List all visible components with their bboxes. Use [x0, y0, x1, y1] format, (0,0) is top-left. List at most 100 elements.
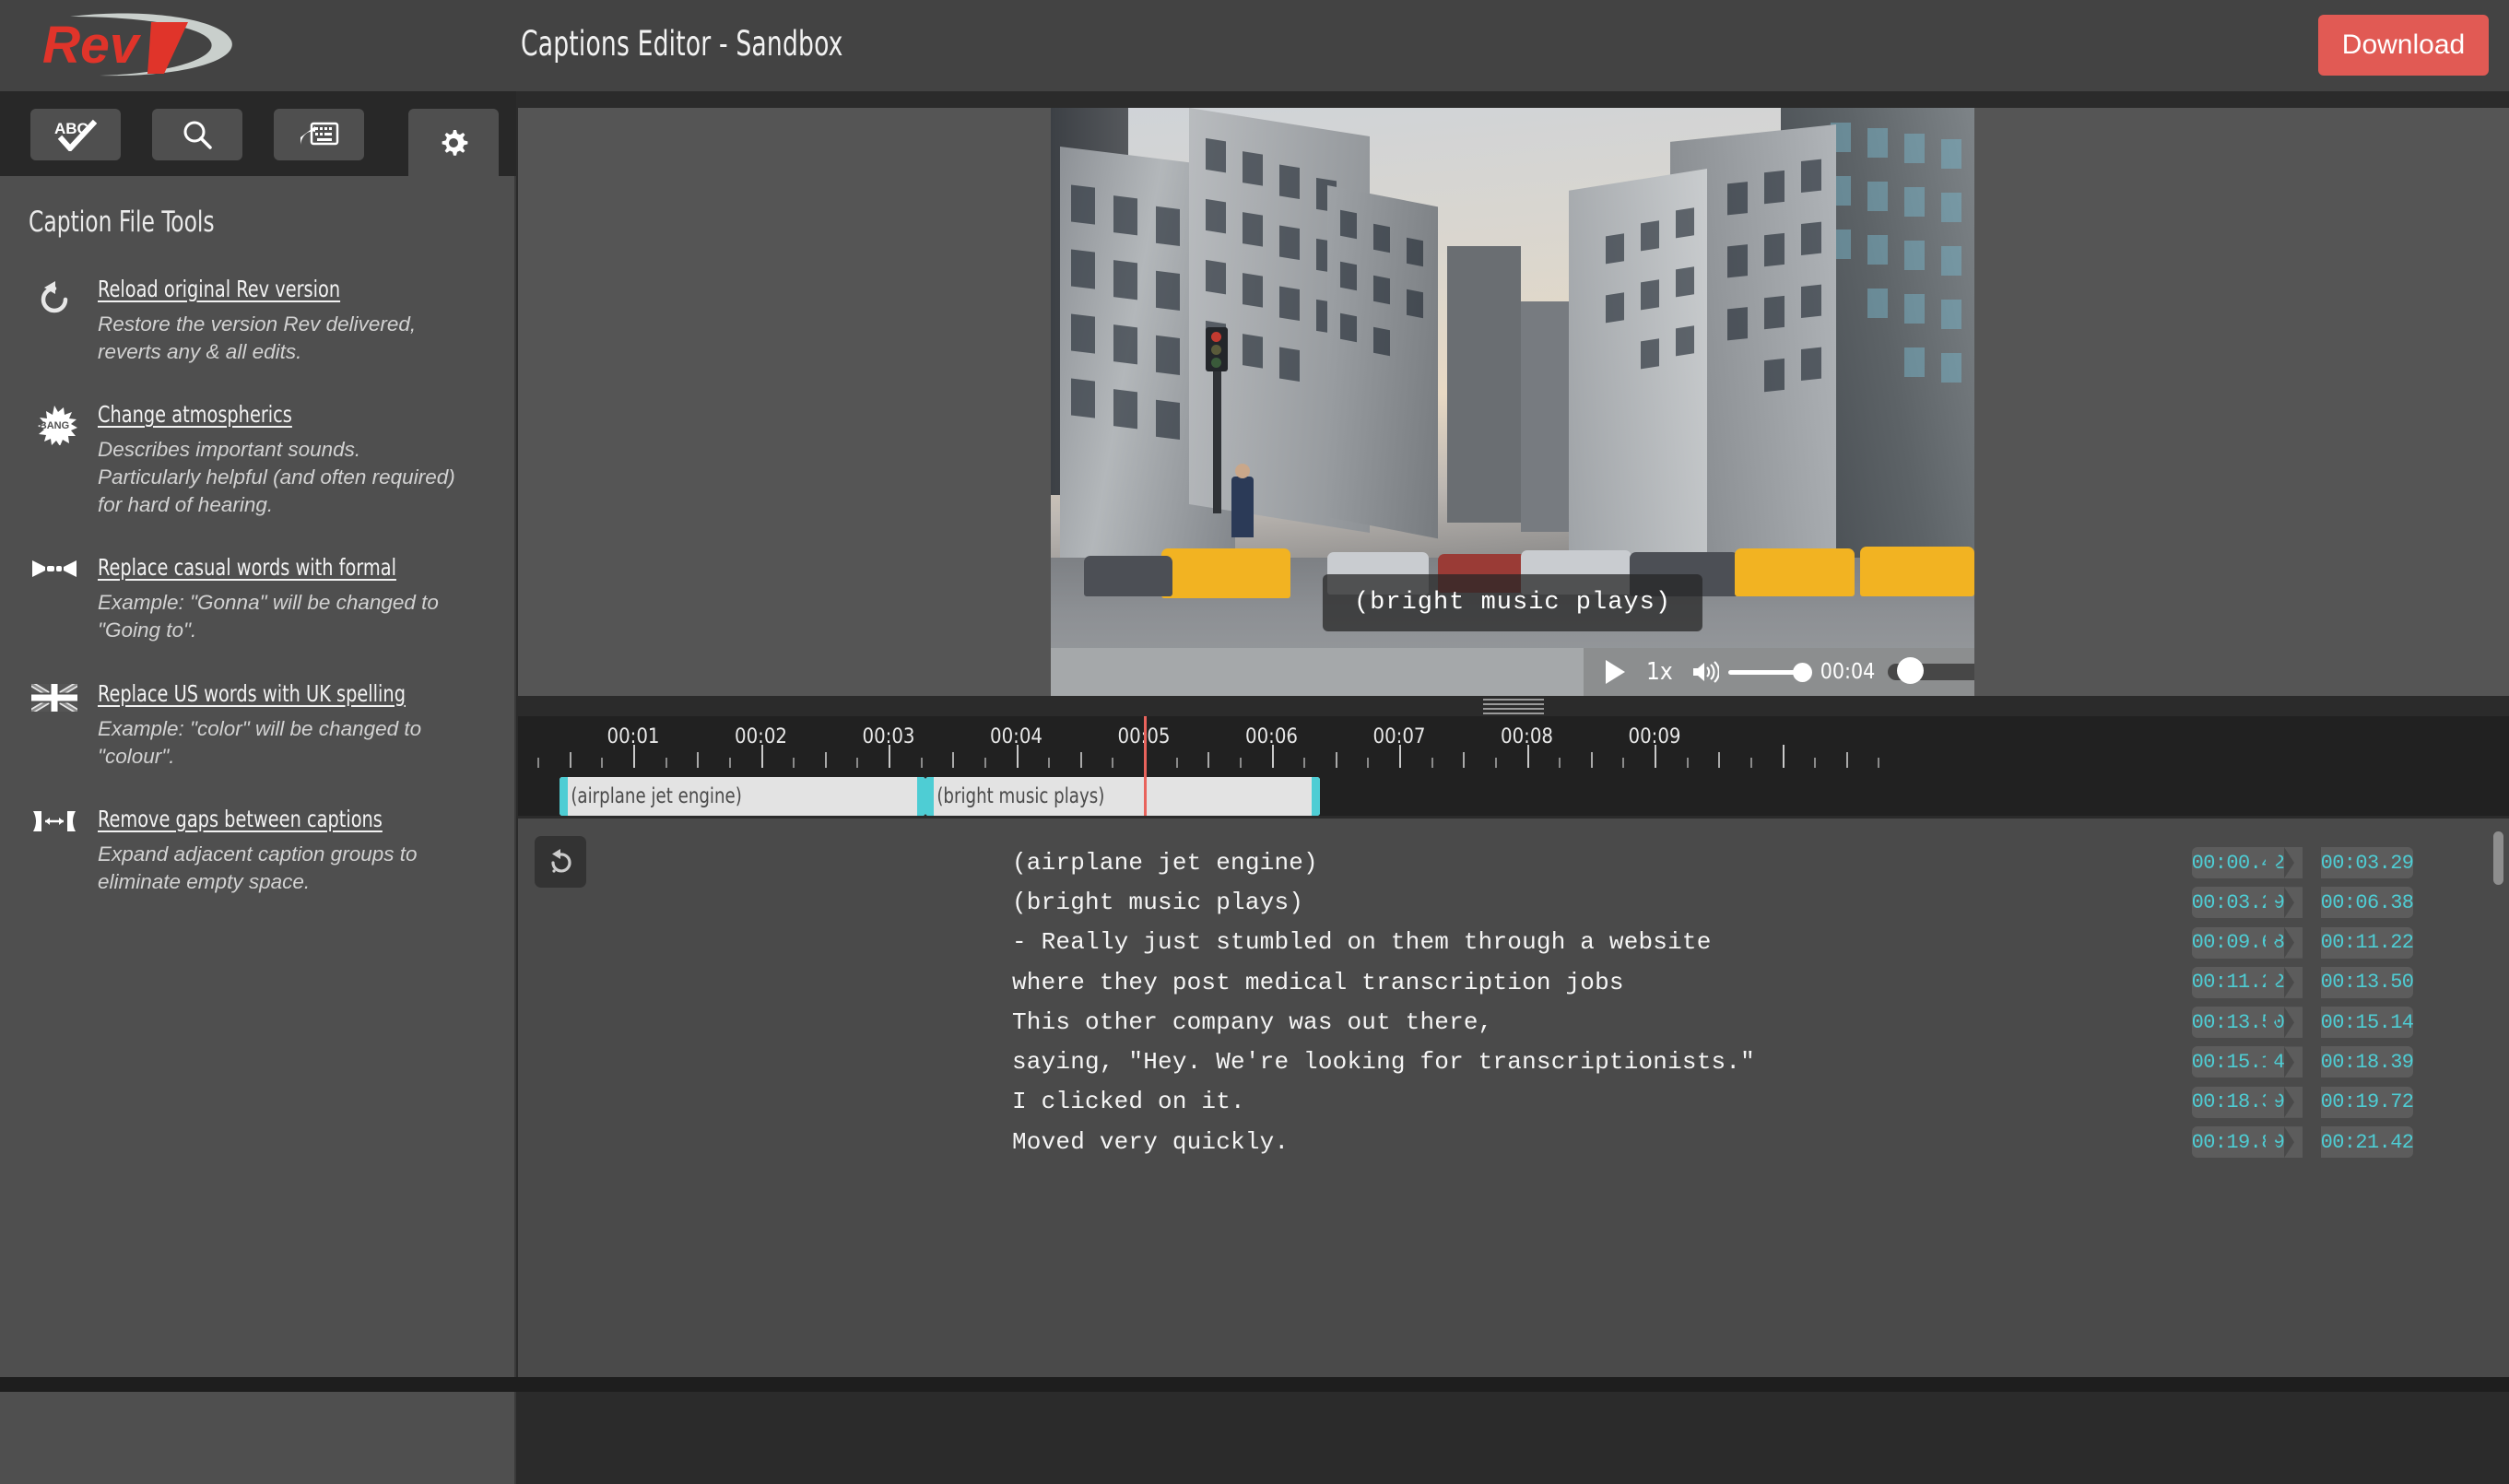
- timeline-caption-block[interactable]: (airplane jet engine): [560, 777, 925, 816]
- taxi-right-1: [1735, 548, 1855, 596]
- pedestrian-head: [1235, 464, 1250, 478]
- tool-label[interactable]: Replace casual words with formal: [98, 554, 396, 581]
- timestamp-notch-right: [2284, 1007, 2303, 1038]
- pedestrian: [1231, 477, 1254, 537]
- caption-text[interactable]: saying, "Hey. We're looking for transcri…: [1012, 1048, 1755, 1076]
- ruler-tick: [1048, 758, 1050, 768]
- panel-resize-handle[interactable]: [1483, 696, 1544, 716]
- caption-text[interactable]: (airplane jet engine): [1012, 849, 1318, 877]
- caption-row[interactable]: where they post medical transcription jo…: [518, 962, 2509, 1002]
- tool-label[interactable]: Remove gaps between captions: [98, 806, 383, 832]
- caption-row[interactable]: - Really just stumbled on them through a…: [518, 923, 2509, 962]
- undo-icon: [20, 276, 88, 365]
- caption-row[interactable]: I clicked on it. 00:18.3900:19.72: [518, 1082, 2509, 1122]
- timestamp-notch-right: [2284, 1087, 2303, 1118]
- ruler-tick: [666, 758, 667, 768]
- car-far-left: [1084, 556, 1172, 596]
- ruler-tick: [1527, 745, 1529, 768]
- ruler-tick: [1399, 745, 1401, 768]
- caption-scrollbar[interactable]: [2493, 828, 2503, 1379]
- timeline-ruler[interactable]: 00:0100:0200:0300:0400:0500:0600:0700:08…: [518, 716, 2509, 777]
- caption-end-time[interactable]: 00:11.22: [2321, 927, 2413, 959]
- seek-bar[interactable]: [1888, 662, 1974, 682]
- ruler-tick: [1846, 752, 1848, 768]
- caption-timestamps: 00:18.3900:19.72: [2192, 1087, 2413, 1118]
- tool-replace-us-uk[interactable]: Replace US words with UK spelling Exampl…: [0, 680, 516, 770]
- ruler-tick: [1080, 752, 1082, 768]
- caption-rows: (airplane jet engine)00:00.4200:03.29(br…: [518, 842, 2509, 1161]
- tool-label[interactable]: Reload original Rev version: [98, 276, 340, 302]
- caption-text[interactable]: I clicked on it.: [1012, 1088, 1245, 1115]
- caption-timestamps: 00:15.1400:18.39: [2192, 1046, 2413, 1078]
- caption-end-time[interactable]: 00:19.72: [2321, 1087, 2413, 1118]
- ruler-tick: [1272, 745, 1274, 768]
- caption-text[interactable]: (bright music plays): [1012, 889, 1303, 916]
- ruler-tick: [1431, 758, 1433, 768]
- play-button[interactable]: [1596, 656, 1633, 688]
- ruler-tick: [984, 758, 986, 768]
- caption-end-time[interactable]: 00:13.50: [2321, 967, 2413, 998]
- timeline-caption-block[interactable]: (bright music plays): [925, 777, 1320, 816]
- timestamp-notch-right: [2284, 967, 2303, 998]
- panel-title: Caption File Tools: [29, 206, 215, 239]
- tool-remove-gaps[interactable]: Remove gaps between captions Expand adja…: [0, 806, 516, 895]
- video-stage: (bright music plays) 1x: [518, 108, 2509, 696]
- settings-button[interactable]: [408, 109, 499, 176]
- timeline-block-handle-right[interactable]: [1312, 777, 1320, 816]
- ruler-tick: [601, 758, 603, 768]
- playback-speed-button[interactable]: 1x: [1646, 658, 1673, 686]
- volume-slider[interactable]: [1728, 670, 1804, 675]
- caption-list[interactable]: (airplane jet engine)00:00.4200:03.29(br…: [518, 819, 2509, 1392]
- caption-row[interactable]: Moved very quickly.00:19.8900:21.42: [518, 1122, 2509, 1161]
- timestamp-notch-right: [2284, 1046, 2303, 1078]
- video-caption-overlay: (bright music plays): [1323, 574, 1702, 631]
- caption-text[interactable]: where they post medical transcription jo…: [1012, 969, 1624, 996]
- ruler-tick: [1495, 758, 1497, 768]
- caption-text[interactable]: - Really just stumbled on them through a…: [1012, 928, 1712, 956]
- ruler-tick: [570, 752, 571, 768]
- rev-logo: Rev: [33, 9, 245, 83]
- tool-replace-casual-formal[interactable]: Replace casual words with formal Example…: [0, 554, 516, 643]
- caption-text[interactable]: This other company was out there,: [1012, 1008, 1492, 1036]
- caption-end-time[interactable]: 00:15.14: [2321, 1007, 2413, 1038]
- ruler-tick: [697, 752, 699, 768]
- ruler-tick: [1336, 752, 1337, 768]
- ruler-tick: [1622, 758, 1624, 768]
- caption-row[interactable]: (airplane jet engine)00:00.4200:03.29: [518, 842, 2509, 882]
- caption-text[interactable]: Moved very quickly.: [1012, 1128, 1289, 1156]
- caption-end-time[interactable]: 00:03.29: [2321, 847, 2413, 878]
- keyboard-shortcuts-button[interactable]: [274, 109, 364, 160]
- svg-text:Rev: Rev: [42, 16, 142, 75]
- abc-check-icon: ABC: [54, 118, 97, 151]
- tool-reload-original[interactable]: Reload original Rev version Restore the …: [0, 276, 516, 365]
- search-button[interactable]: [152, 109, 242, 160]
- ruler-tick: [1750, 758, 1752, 768]
- caption-end-time[interactable]: 00:18.39: [2321, 1046, 2413, 1078]
- tool-change-atmospherics[interactable]: BANG Change atmospherics Describes impor…: [0, 401, 516, 518]
- download-button[interactable]: Download: [2318, 15, 2489, 76]
- ruler-tick: [1814, 758, 1816, 768]
- tool-description: Expand adjacent caption groups to elimin…: [98, 841, 459, 895]
- timeline-block-label: (bright music plays): [925, 784, 1104, 808]
- caption-end-time[interactable]: 00:21.42: [2321, 1126, 2413, 1158]
- caption-end-time[interactable]: 00:06.38: [2321, 887, 2413, 918]
- spellcheck-button[interactable]: ABC: [30, 109, 121, 160]
- caption-row[interactable]: saying, "Hey. We're looking for transcri…: [518, 1042, 2509, 1081]
- caption-timestamps: 00:09.6800:11.22: [2192, 927, 2413, 959]
- timeline-block-handle-right[interactable]: [917, 777, 925, 816]
- search-icon: [181, 118, 214, 151]
- caption-row[interactable]: This other company was out there,00:13.5…: [518, 1002, 2509, 1042]
- caption-row[interactable]: (bright music plays)00:03.2900:06.38: [518, 882, 2509, 922]
- taxi-right-2: [1860, 547, 1974, 596]
- video-player[interactable]: (bright music plays) 1x: [1051, 108, 1974, 696]
- tool-label[interactable]: Change atmospherics: [98, 401, 292, 428]
- ruler-tick: [729, 758, 731, 768]
- volume-knob[interactable]: [1793, 663, 1812, 682]
- ruler-tick: [1591, 752, 1593, 768]
- main-area: (bright music plays) 1x: [518, 91, 2509, 1392]
- tool-label[interactable]: Replace US words with UK spelling: [98, 680, 406, 707]
- volume-button[interactable]: [1691, 659, 1721, 685]
- caption-scroll-thumb[interactable]: [2493, 831, 2503, 885]
- tool-description: Example: "color" will be changed to "col…: [98, 715, 459, 770]
- timeline-blocks[interactable]: (airplane jet engine)(bright music plays…: [518, 777, 2509, 816]
